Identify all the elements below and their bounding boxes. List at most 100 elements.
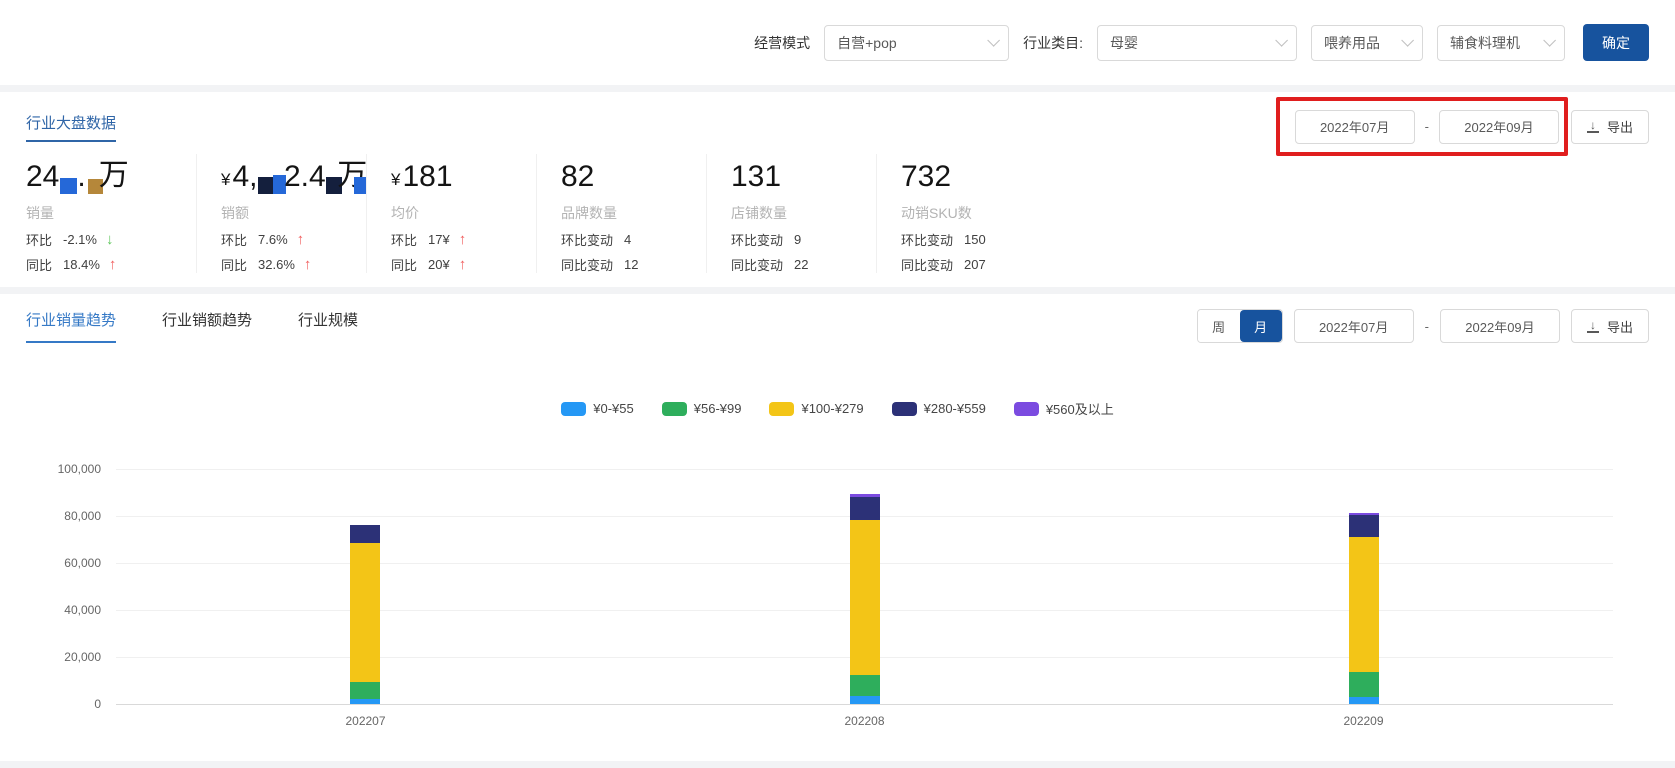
legend-item[interactable]: ¥100-¥279 bbox=[769, 399, 864, 418]
bar-segment[interactable] bbox=[350, 525, 381, 544]
overview-date-range: 2022年07月 - 2022年09月 bbox=[1275, 96, 1568, 156]
legend-label: ¥560及以上 bbox=[1045, 402, 1114, 417]
kpi-mom-row: 环比变动 9 bbox=[731, 232, 802, 248]
censor-block bbox=[60, 178, 78, 194]
gridline: 100,000 bbox=[58, 462, 1613, 476]
kpi-label: 均价 bbox=[391, 205, 419, 221]
kpi-yoy-row: 同比 20¥ ↑ bbox=[391, 256, 467, 273]
kpi-card-average-price: ¥181 均价 环比 17¥ ↑ 同比 20¥ ↑ bbox=[366, 154, 536, 273]
kpi-card-sales-amount: ¥4, 2.4 万 销额 环比 7.6% ↑ 同比 32.6% ↑ bbox=[196, 154, 368, 273]
overview-date-end-input[interactable]: 2022年09月 bbox=[1438, 109, 1559, 144]
kpi-mom-row: 环比变动 4 bbox=[561, 232, 632, 248]
legend-label: ¥56-¥99 bbox=[693, 401, 742, 416]
y-axis-tick-label: 40,000 bbox=[64, 603, 101, 617]
kpi-mom-row: 环比变动 150 bbox=[901, 232, 986, 248]
kpi-yoy-row: 同比 32.6% ↑ bbox=[221, 256, 312, 273]
y-axis-tick-label: 20,000 bbox=[64, 650, 101, 664]
kpi-label: 销额 bbox=[221, 205, 249, 221]
legend-label: ¥0-¥55 bbox=[593, 401, 634, 416]
category-level1-select[interactable]: 母婴 bbox=[1097, 24, 1297, 61]
overview-section-title[interactable]: 行业大盘数据 bbox=[26, 112, 117, 142]
chart-plot: 0 20,000 40,000 60,000 80,000 100,000 bbox=[58, 462, 1613, 711]
kpi-value: 82 bbox=[561, 160, 595, 193]
legend-label: ¥100-¥279 bbox=[801, 401, 864, 416]
period-month-option[interactable]: 月 bbox=[1239, 310, 1282, 342]
trend-arrow-icon: ↑ bbox=[296, 231, 305, 248]
mode-select-value: 自营+pop bbox=[837, 34, 897, 51]
mode-filter-label: 经营模式 bbox=[754, 34, 811, 51]
bar-segment[interactable] bbox=[849, 519, 880, 675]
category-level2-value: 喂养用品 bbox=[1324, 34, 1380, 51]
kpi-card-active-sku-count: 732 动销SKU数 环比变动 150 同比变动 207 bbox=[876, 154, 1046, 273]
category-level2-select[interactable]: 喂养用品 bbox=[1311, 24, 1423, 61]
kpi-yoy-row: 同比变动 207 bbox=[901, 257, 986, 273]
bar-segment[interactable] bbox=[1348, 696, 1379, 704]
legend-item[interactable]: ¥0-¥55 bbox=[561, 399, 634, 418]
mode-select[interactable]: 自营+pop bbox=[824, 24, 1010, 61]
tab-active[interactable]: 行业销量趋势 bbox=[26, 309, 117, 343]
x-axis-label: 202208 bbox=[844, 714, 885, 728]
download-icon: ↓ bbox=[1586, 119, 1599, 133]
bar-segment[interactable] bbox=[350, 681, 381, 700]
tab-inactive[interactable]: 行业销额趋势 bbox=[162, 309, 252, 343]
kpi-value: ¥4, 2.4 万 bbox=[221, 159, 368, 194]
bar-segment[interactable] bbox=[350, 543, 381, 682]
bar-segment[interactable] bbox=[350, 699, 381, 704]
kpi-label: 销量 bbox=[26, 205, 54, 221]
legend-item[interactable]: ¥56-¥99 bbox=[661, 399, 742, 418]
legend-swatch-icon bbox=[769, 401, 795, 416]
category-level3-select[interactable]: 辅食料理机 bbox=[1437, 24, 1565, 61]
legend-swatch-icon bbox=[561, 401, 587, 416]
chevron-down-icon bbox=[1275, 34, 1288, 47]
y-axis-tick-label: 100,000 bbox=[57, 462, 101, 476]
trend-export-button[interactable]: ↓ 导出 bbox=[1570, 309, 1649, 343]
currency-symbol: ¥ bbox=[221, 170, 231, 189]
legend-item[interactable]: ¥560及以上 bbox=[1013, 399, 1114, 418]
kpi-card-sales-volume: 24. 万 销量 环比 -2.1% ↓ 同比 18.4% ↑ bbox=[26, 154, 196, 273]
period-toggle: 周 月 bbox=[1196, 309, 1283, 343]
legend-item[interactable]: ¥280-¥559 bbox=[891, 399, 986, 418]
kpi-value: ¥181 bbox=[391, 160, 453, 193]
trend-arrow-icon: ↑ bbox=[303, 256, 312, 273]
industry-trend-section: 行业销量趋势 行业销额趋势 行业规模 周 月 2022年07月 - 2022年09月… bbox=[0, 294, 1675, 730]
kpi-label: 品牌数量 bbox=[561, 205, 617, 221]
kpi-yoy-row: 同比变动 12 bbox=[561, 257, 639, 273]
bottom-divider bbox=[0, 761, 1675, 768]
x-axis-line: 0 bbox=[94, 697, 1613, 711]
trend-date-end-input[interactable]: 2022年09月 bbox=[1439, 309, 1560, 343]
censor-block bbox=[354, 177, 366, 194]
bar-segment[interactable] bbox=[849, 674, 880, 696]
overview-date-start-input[interactable]: 2022年07月 bbox=[1294, 109, 1415, 144]
kpi-label: 店铺数量 bbox=[731, 205, 787, 221]
kpi-yoy-row: 同比 18.4% ↑ bbox=[26, 256, 117, 273]
overview-export-button[interactable]: ↓ 导出 bbox=[1570, 109, 1649, 144]
confirm-button[interactable]: 确定 bbox=[1583, 24, 1649, 61]
trend-arrow-icon: ↑ bbox=[458, 256, 467, 273]
currency-symbol: ¥ bbox=[391, 170, 401, 189]
kpi-cards-row: 24. 万 销量 环比 -2.1% ↓ 同比 18.4% ↑ ¥4, 2.4 万 销额 环比 7… bbox=[26, 154, 1649, 273]
category-level1-value: 母婴 bbox=[1110, 34, 1138, 51]
kpi-yoy-row: 同比变动 22 bbox=[731, 257, 809, 273]
bar-segment[interactable] bbox=[1348, 672, 1379, 697]
stacked-bar-202208[interactable] bbox=[849, 493, 880, 704]
trend-date-start-input[interactable]: 2022年07月 bbox=[1293, 309, 1414, 343]
bar-segment[interactable] bbox=[1348, 514, 1379, 538]
period-week-option[interactable]: 周 bbox=[1197, 310, 1240, 342]
bar-segment[interactable] bbox=[849, 695, 880, 704]
section-divider bbox=[0, 287, 1675, 294]
stacked-bar-202207[interactable] bbox=[350, 525, 381, 704]
chevron-down-icon bbox=[1401, 34, 1414, 47]
y-axis-tick-label: 0 bbox=[94, 697, 101, 711]
tab-inactive[interactable]: 行业规模 bbox=[298, 309, 358, 343]
bar-segment[interactable] bbox=[849, 497, 880, 520]
industry-overview-section: 行业大盘数据 2022年07月 - 2022年09月 ↓ 导出 24. 万 销量 … bbox=[0, 92, 1675, 287]
chevron-down-icon bbox=[987, 34, 1001, 47]
legend-swatch-icon bbox=[891, 401, 917, 416]
bar-segment[interactable] bbox=[1348, 537, 1379, 673]
stacked-bar-202209[interactable] bbox=[1348, 512, 1379, 704]
kpi-value: 131 bbox=[731, 160, 782, 193]
kpi-card-shop-count: 131 店铺数量 环比变动 9 同比变动 22 bbox=[706, 154, 876, 273]
kpi-mom-row: 环比 -2.1% ↓ bbox=[26, 231, 114, 248]
kpi-card-brand-count: 82 品牌数量 环比变动 4 同比变动 12 bbox=[536, 154, 706, 273]
kpi-mom-row: 环比 7.6% ↑ bbox=[221, 231, 305, 248]
